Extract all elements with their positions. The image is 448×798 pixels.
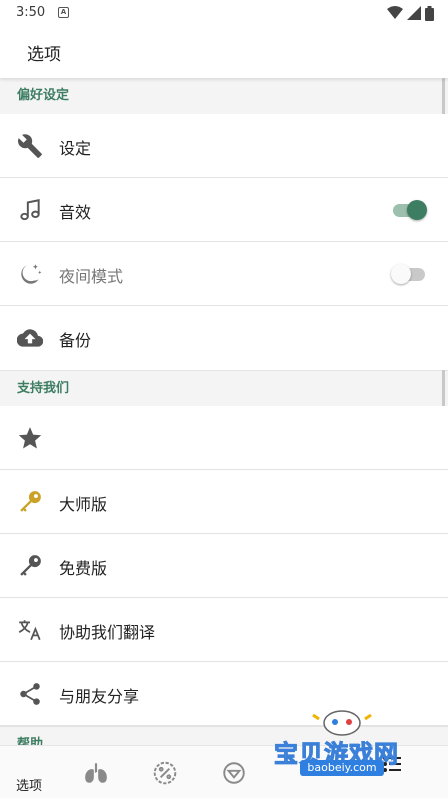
status-icons — [387, 4, 434, 22]
status-bar: 3:50 A — [0, 0, 448, 26]
music-note-icon — [20, 199, 40, 221]
cloud-upload-icon — [17, 329, 43, 347]
translate-row[interactable]: 协助我们翻译 — [0, 598, 448, 662]
settings-list[interactable]: 偏好设定 设定 音效 夜间模式 备份 支持我们 大师版 免费版 协助我们翻译 与… — [0, 78, 448, 745]
sound-effects-toggle[interactable] — [391, 200, 427, 220]
master-edition-row[interactable]: 大师版 — [0, 470, 448, 534]
backup-label: 备份 — [59, 331, 92, 350]
rate-row[interactable] — [0, 406, 448, 470]
notification-icon: A — [58, 7, 69, 18]
signal-icon — [407, 6, 421, 20]
battery-icon — [425, 5, 434, 21]
section-header-support-us: 支持我们 — [0, 370, 448, 406]
settings-row[interactable]: 设定 — [0, 114, 448, 178]
night-mode-row[interactable]: 夜间模式 — [0, 242, 448, 306]
free-edition-row[interactable]: 免费版 — [0, 534, 448, 598]
key-icon — [20, 555, 41, 576]
translate-icon — [18, 620, 41, 641]
star-icon — [18, 427, 42, 449]
percent-badge-icon[interactable] — [152, 760, 178, 786]
free-edition-label: 免费版 — [59, 559, 108, 578]
wifi-icon — [387, 6, 403, 19]
gold-key-icon — [20, 491, 41, 512]
night-mode-toggle[interactable] — [391, 264, 427, 284]
nav-options-label: 选项 — [16, 779, 43, 794]
toggle-knob — [407, 200, 427, 220]
watermark-url: baobeiy.com — [300, 760, 384, 776]
lungs-icon[interactable] — [83, 760, 109, 786]
night-mode-label: 夜间模式 — [59, 267, 124, 286]
wrench-icon — [18, 134, 42, 158]
sound-effects-label: 音效 — [59, 203, 92, 222]
target-icon[interactable] — [221, 760, 247, 786]
status-time: 3:50 — [16, 5, 46, 20]
share-icon — [20, 683, 40, 705]
night-mode-icon — [21, 264, 42, 284]
toggle-knob — [391, 264, 411, 284]
translate-label: 协助我们翻译 — [59, 623, 156, 642]
backup-row[interactable]: 备份 — [0, 306, 448, 370]
sound-effects-row[interactable]: 音效 — [0, 178, 448, 242]
master-edition-label: 大师版 — [59, 495, 108, 514]
app-bar: 选项 — [0, 26, 448, 78]
section-header-preferences: 偏好设定 — [0, 78, 448, 114]
page-title: 选项 — [27, 45, 61, 65]
share-label: 与朋友分享 — [59, 687, 140, 706]
settings-label: 设定 — [59, 139, 92, 158]
